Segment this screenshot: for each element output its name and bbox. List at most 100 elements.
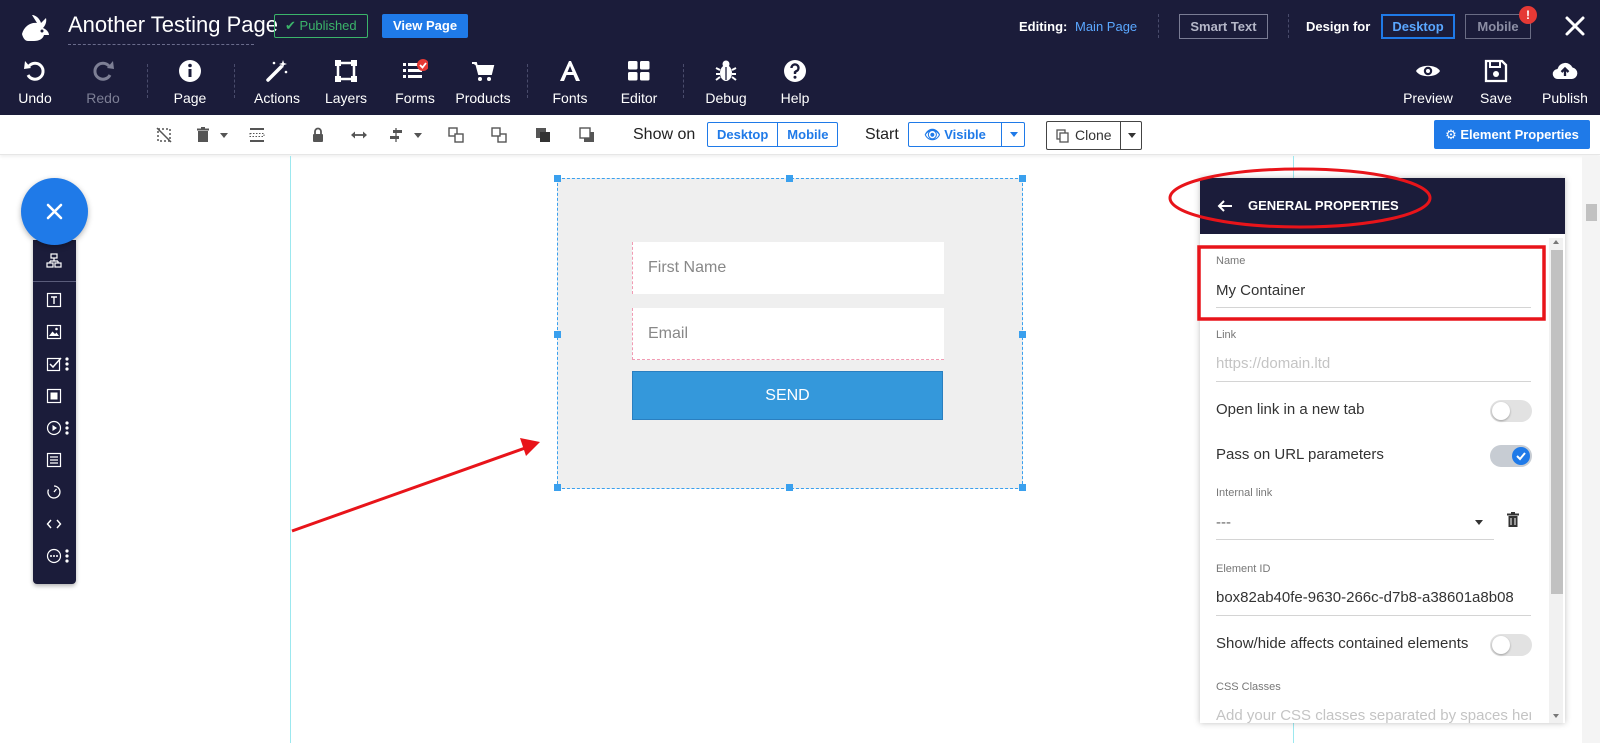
show-hide-toggle[interactable]	[1490, 634, 1532, 656]
image-icon[interactable]	[46, 324, 62, 340]
bring-to-front-icon[interactable]	[534, 126, 552, 144]
top-bar: Another Testing Page ✔ Published View Pa…	[0, 0, 1600, 115]
canvas-scrollbar[interactable]	[1582, 156, 1600, 743]
resize-handle[interactable]	[786, 175, 793, 182]
trash-icon[interactable]	[1506, 512, 1520, 528]
rabbit-logo-icon[interactable]	[18, 10, 52, 44]
chevron-down-icon[interactable]	[414, 133, 422, 138]
clone-button[interactable]: Clone	[1046, 121, 1142, 150]
help-icon	[784, 60, 806, 82]
element-id-input[interactable]: box82ab40fe-9630-266c-d7b8-a38601a8b08	[1216, 589, 1531, 606]
show-on-mobile-button[interactable]: Mobile	[777, 123, 837, 146]
redo-button[interactable]: Redo	[68, 58, 138, 106]
internal-link-select[interactable]: ---	[1216, 514, 1466, 531]
section-icon[interactable]	[46, 452, 62, 468]
cart-icon	[472, 62, 495, 81]
pass-url-params-toggle[interactable]	[1490, 445, 1532, 467]
forms-button[interactable]: Forms	[380, 58, 450, 106]
chevron-down-icon[interactable]	[1475, 520, 1483, 525]
save-button[interactable]: Save	[1461, 58, 1531, 106]
resize-handle[interactable]	[1019, 484, 1026, 491]
resize-handle[interactable]	[1019, 175, 1026, 182]
input-underline	[1216, 307, 1531, 308]
alert-badge: !	[1519, 6, 1537, 24]
lock-icon[interactable]	[309, 126, 327, 144]
first-name-field[interactable]: First Name	[632, 242, 944, 294]
resize-handle[interactable]	[554, 175, 561, 182]
fonts-button[interactable]: Fonts	[535, 58, 605, 106]
panel-scrollbar-thumb[interactable]	[1551, 250, 1563, 594]
scroll-up-icon[interactable]	[1553, 240, 1559, 244]
close-icon[interactable]	[1561, 12, 1589, 40]
editing-page-link[interactable]: Main Page	[1075, 19, 1137, 34]
cloud-upload-icon	[1552, 62, 1578, 80]
text-icon[interactable]	[46, 292, 62, 308]
layers-button[interactable]: Layers	[311, 58, 381, 106]
link-input[interactable]: https://domain.ltd	[1216, 355, 1531, 372]
smart-text-button[interactable]: Smart Text	[1179, 14, 1268, 39]
show-on-desktop-button[interactable]: Desktop	[708, 123, 777, 146]
more-vertical-icon[interactable]	[65, 421, 69, 435]
arrow-left-icon[interactable]	[1216, 197, 1234, 215]
help-button[interactable]: Help	[760, 58, 830, 106]
send-to-back-icon[interactable]	[578, 126, 596, 144]
container-box-icon[interactable]	[46, 388, 62, 404]
element-properties-button[interactable]: ⚙ Element Properties	[1434, 120, 1590, 149]
eye-icon: 👁	[924, 127, 941, 142]
move-forward-icon[interactable]	[447, 126, 465, 144]
design-desktop-button[interactable]: Desktop	[1381, 14, 1455, 39]
more-vertical-icon[interactable]	[65, 549, 69, 563]
resize-handle[interactable]	[1019, 331, 1026, 338]
code-icon[interactable]	[46, 516, 62, 532]
send-button[interactable]: SEND	[632, 371, 943, 420]
video-play-icon[interactable]	[46, 420, 62, 436]
chevron-down-icon	[1010, 132, 1018, 137]
forms-icon	[403, 59, 428, 78]
divider	[683, 64, 684, 98]
name-input[interactable]: My Container	[1216, 282, 1531, 299]
link-label: Link	[1216, 329, 1237, 341]
resize-handle[interactable]	[554, 484, 561, 491]
visibility-select[interactable]: 👁 Visible	[908, 122, 1025, 147]
css-classes-input[interactable]: Add your CSS classes separated by spaces…	[1216, 707, 1531, 723]
more-vertical-icon[interactable]	[65, 357, 69, 371]
scroll-down-icon[interactable]	[1553, 714, 1559, 718]
editor-button[interactable]: Editor	[604, 58, 674, 106]
publish-button[interactable]: Publish	[1530, 58, 1600, 106]
clone-dropdown-button[interactable]	[1120, 122, 1142, 149]
products-button[interactable]: Products	[448, 58, 518, 106]
close-element-menu-button[interactable]	[21, 178, 88, 245]
divider	[527, 64, 528, 98]
canvas-scrollbar-thumb[interactable]	[1586, 204, 1597, 221]
timer-icon[interactable]	[46, 484, 62, 500]
visibility-dropdown-button[interactable]	[1001, 123, 1025, 146]
spacing-icon[interactable]	[248, 126, 266, 144]
actions-button[interactable]: Actions	[242, 58, 312, 106]
preview-button[interactable]: Preview	[1393, 58, 1463, 106]
page-title[interactable]: Another Testing Page	[68, 12, 278, 45]
check-icon	[1516, 452, 1526, 461]
align-icon[interactable]	[388, 126, 406, 144]
more-horizontal-circle-icon[interactable]	[46, 548, 62, 564]
redo-icon	[93, 61, 114, 81]
view-page-button[interactable]: View Page	[382, 14, 469, 38]
undo-icon	[24, 61, 45, 81]
checkbox-form-icon[interactable]	[46, 356, 62, 372]
resize-handle[interactable]	[786, 484, 793, 491]
resize-handle[interactable]	[554, 331, 561, 338]
panel-scrollbar[interactable]	[1549, 238, 1563, 723]
sitemap-icon[interactable]	[46, 253, 62, 269]
divider	[147, 64, 148, 98]
deselect-icon[interactable]	[155, 126, 173, 144]
font-icon	[560, 61, 580, 81]
stretch-horizontal-icon[interactable]	[350, 126, 368, 144]
annotation-arrow	[291, 445, 529, 533]
move-backward-icon[interactable]	[490, 126, 508, 144]
undo-button[interactable]: Undo	[0, 58, 70, 106]
open-new-tab-toggle[interactable]	[1490, 400, 1532, 422]
trash-icon[interactable]	[194, 126, 212, 144]
email-field[interactable]: Email	[632, 308, 944, 360]
chevron-down-icon[interactable]	[220, 133, 228, 138]
page-button[interactable]: Page	[155, 58, 225, 106]
debug-button[interactable]: Debug	[691, 58, 761, 106]
